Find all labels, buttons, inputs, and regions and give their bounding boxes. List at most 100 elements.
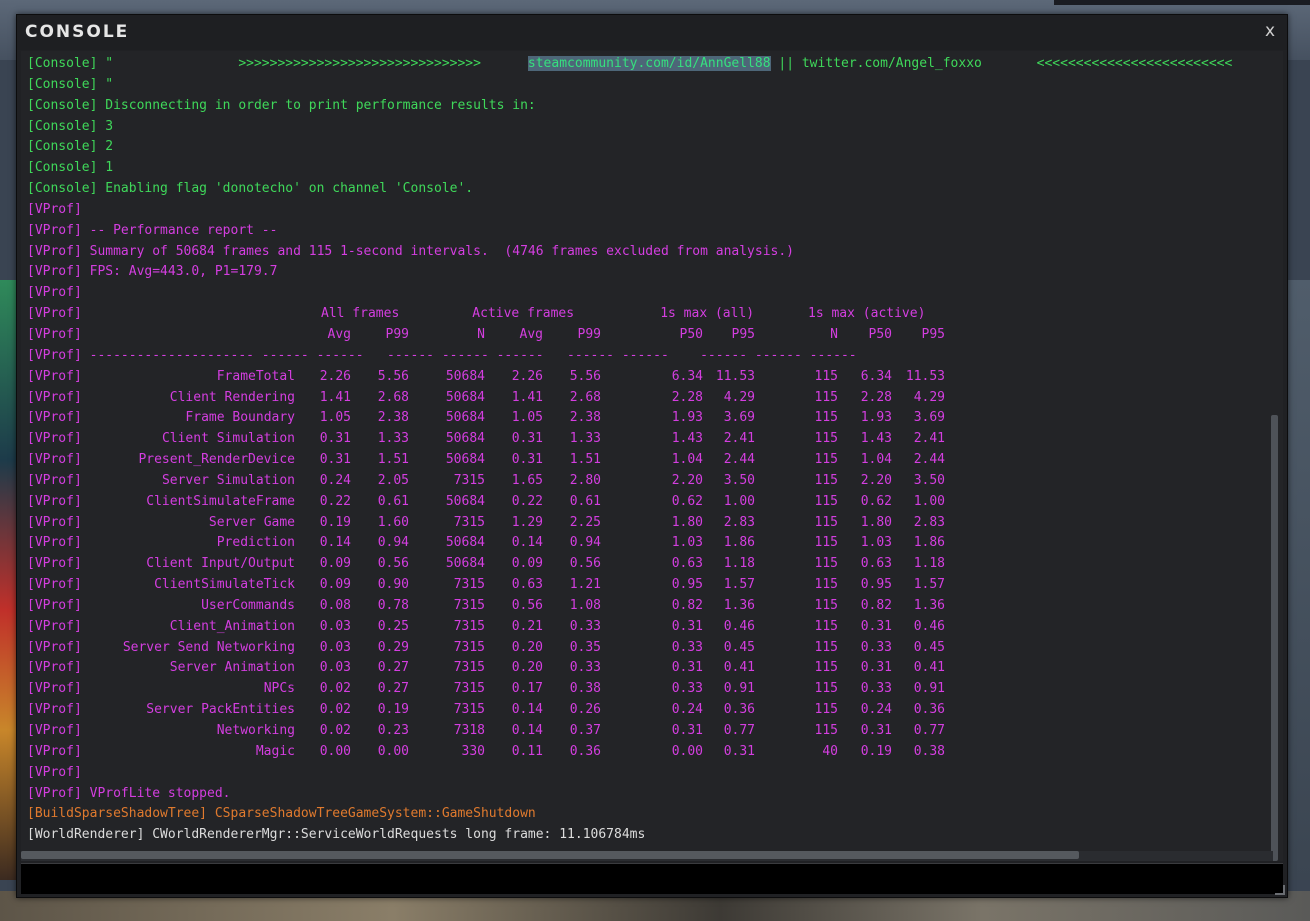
console-log[interactable]: [Console] " >>>>>>>>>>>>>>>>>>>>>>>>>>>>… bbox=[21, 51, 1283, 861]
row-tag: [VProf] bbox=[27, 410, 82, 426]
horizontal-scrollbar-thumb[interactable] bbox=[21, 851, 1079, 859]
report-cell: 6.34 bbox=[860, 368, 892, 384]
report-cell: 1.60 bbox=[377, 514, 409, 530]
report-row-name: ClientSimulateFrame bbox=[146, 493, 295, 509]
resize-grip[interactable] bbox=[1275, 885, 1285, 895]
console-titlebar[interactable]: CONSOLE x bbox=[17, 15, 1287, 50]
report-cell: 1.65 bbox=[511, 472, 543, 488]
report-cell: 0.82 bbox=[860, 597, 892, 613]
report-column-header: P95 bbox=[921, 326, 945, 342]
report-cell: 7315 bbox=[453, 472, 485, 488]
report-cell: 0.33 bbox=[569, 660, 601, 676]
log-text: [Console] Disconnecting in order to prin… bbox=[27, 97, 536, 113]
close-button[interactable]: x bbox=[1265, 21, 1275, 41]
report-cell: 0.14 bbox=[511, 535, 543, 551]
report-cell: 0.63 bbox=[860, 556, 892, 572]
report-cell: 0.31 bbox=[319, 452, 351, 468]
report-cell: 0.91 bbox=[913, 681, 945, 697]
log-text: [Console] 3 bbox=[27, 118, 114, 134]
console-command-input[interactable] bbox=[21, 864, 1287, 894]
row-tag: [VProf] bbox=[27, 597, 82, 613]
report-cell: 0.33 bbox=[860, 639, 892, 655]
report-cell: 50684 bbox=[445, 535, 485, 551]
report-cell: 1.00 bbox=[913, 493, 945, 509]
report-cell: 4.29 bbox=[723, 389, 755, 405]
report-cell: 0.19 bbox=[319, 514, 351, 530]
report-cell: 7315 bbox=[453, 618, 485, 634]
report-row: [VProf] ClientSimulateTick 0.09 0.90 7315 0.6… bbox=[27, 575, 1277, 596]
report-cell: 7315 bbox=[453, 639, 485, 655]
report-cell: 1.41 bbox=[319, 389, 351, 405]
log-text: [Console] Enabling flag 'donotecho' on c… bbox=[27, 181, 474, 197]
report-row: [VProf] Server PackEntities 0.02 0.19 7315 0.… bbox=[27, 700, 1277, 721]
report-cell: 0.62 bbox=[671, 493, 703, 509]
report-cell: 0.63 bbox=[671, 556, 703, 572]
report-cell: 1.57 bbox=[723, 577, 755, 593]
report-cell: 2.44 bbox=[723, 452, 755, 468]
report-cell: 7315 bbox=[453, 597, 485, 613]
report-cell: 3.50 bbox=[723, 472, 755, 488]
log-text: [Console] 2 bbox=[27, 139, 114, 155]
report-cell: 0.37 bbox=[569, 723, 601, 738]
report-cell: 0.03 bbox=[319, 639, 351, 655]
log-line: [VProf] FPS: Avg=443.0, P1=179.7 bbox=[27, 262, 1277, 283]
report-cell: 0.41 bbox=[723, 660, 755, 676]
report-cell: 0.56 bbox=[569, 556, 601, 572]
report-column-header: N bbox=[477, 326, 485, 342]
report-cell: 0.33 bbox=[569, 618, 601, 634]
report-cell: 1.05 bbox=[319, 410, 351, 426]
report-cell: 3.50 bbox=[913, 472, 945, 488]
report-cell: 0.29 bbox=[377, 639, 409, 655]
report-cell: 0.31 bbox=[671, 723, 703, 738]
report-row: [VProf] Server Send Networking 0.03 0.29 731… bbox=[27, 638, 1277, 659]
report-cell: 0.22 bbox=[319, 493, 351, 509]
report-cell: 0.77 bbox=[913, 723, 945, 738]
console-window: CONSOLE x [Console] " >>>>>>>>>>>>>>>>>>… bbox=[16, 14, 1288, 898]
report-row-name: FrameTotal bbox=[216, 368, 295, 384]
report-row: [VProf] Server Animation 0.03 0.27 7315 0.20 0… bbox=[27, 658, 1277, 679]
report-cell: 115 bbox=[814, 681, 838, 697]
log-line: [VProf] VProfLite stopped. bbox=[27, 785, 231, 801]
report-column-header: P95 bbox=[731, 326, 755, 342]
report-cell: 115 bbox=[814, 431, 838, 447]
console-title: CONSOLE bbox=[25, 22, 130, 42]
row-tag: [VProf] bbox=[27, 514, 82, 530]
report-cell: 0.56 bbox=[377, 556, 409, 572]
report-column-header-row: [VProf] Avg P99 N Avg P99 P50 P95 N P50 P95 bbox=[27, 325, 1277, 346]
report-cell: 2.80 bbox=[569, 472, 601, 488]
report-cell: 1.86 bbox=[723, 535, 755, 551]
report-cell: 2.83 bbox=[723, 514, 755, 530]
report-cell: 11.53 bbox=[715, 368, 755, 384]
report-cell: 1.36 bbox=[913, 597, 945, 613]
report-cell: 1.43 bbox=[671, 431, 703, 447]
report-row-name: Client Rendering bbox=[169, 389, 295, 405]
log-text: [Console] " bbox=[27, 76, 114, 92]
report-cell: 7318 bbox=[453, 723, 485, 738]
report-row-name: Server Simulation bbox=[161, 472, 295, 488]
report-row-name: NPCs bbox=[263, 681, 295, 697]
report-cell: 7315 bbox=[453, 577, 485, 593]
log-text: [Console] " >>>>>>>>>>>>>>>>>>>>>>>>>>>>… bbox=[27, 56, 528, 71]
report-cell: 0.61 bbox=[569, 493, 601, 509]
report-cell: 115 bbox=[814, 368, 838, 384]
row-tag: [VProf] bbox=[27, 535, 82, 551]
report-cell: 50684 bbox=[445, 389, 485, 405]
log-line: [VProf] bbox=[27, 764, 82, 780]
report-cell: 115 bbox=[814, 660, 838, 676]
log-line: [Console] Disconnecting in order to prin… bbox=[27, 96, 1277, 117]
log-text: [Console] 1 bbox=[27, 160, 114, 176]
report-cell: 2.38 bbox=[569, 410, 601, 426]
report-cell: 0.31 bbox=[511, 452, 543, 468]
log-text: || twitter.com/Angel_foxxo <<<<<<<<<<<<<… bbox=[770, 56, 1233, 71]
report-cell: 1.93 bbox=[671, 410, 703, 426]
report-cell: 50684 bbox=[445, 452, 485, 468]
report-cell: 0.38 bbox=[569, 681, 601, 697]
report-row-name: Client_Animation bbox=[169, 618, 295, 634]
selected-text[interactable]: steamcommunity.com/id/AnnGell88 bbox=[527, 56, 771, 71]
report-cell: 3.69 bbox=[913, 410, 945, 426]
report-row: [VProf] ClientSimulateFrame 0.22 0.61 50684 0… bbox=[27, 492, 1277, 513]
report-cell: 330 bbox=[461, 743, 485, 759]
vertical-scrollbar-thumb[interactable] bbox=[1271, 415, 1278, 861]
report-group-header: All frames bbox=[321, 306, 400, 322]
report-cell: 1.51 bbox=[569, 452, 601, 468]
